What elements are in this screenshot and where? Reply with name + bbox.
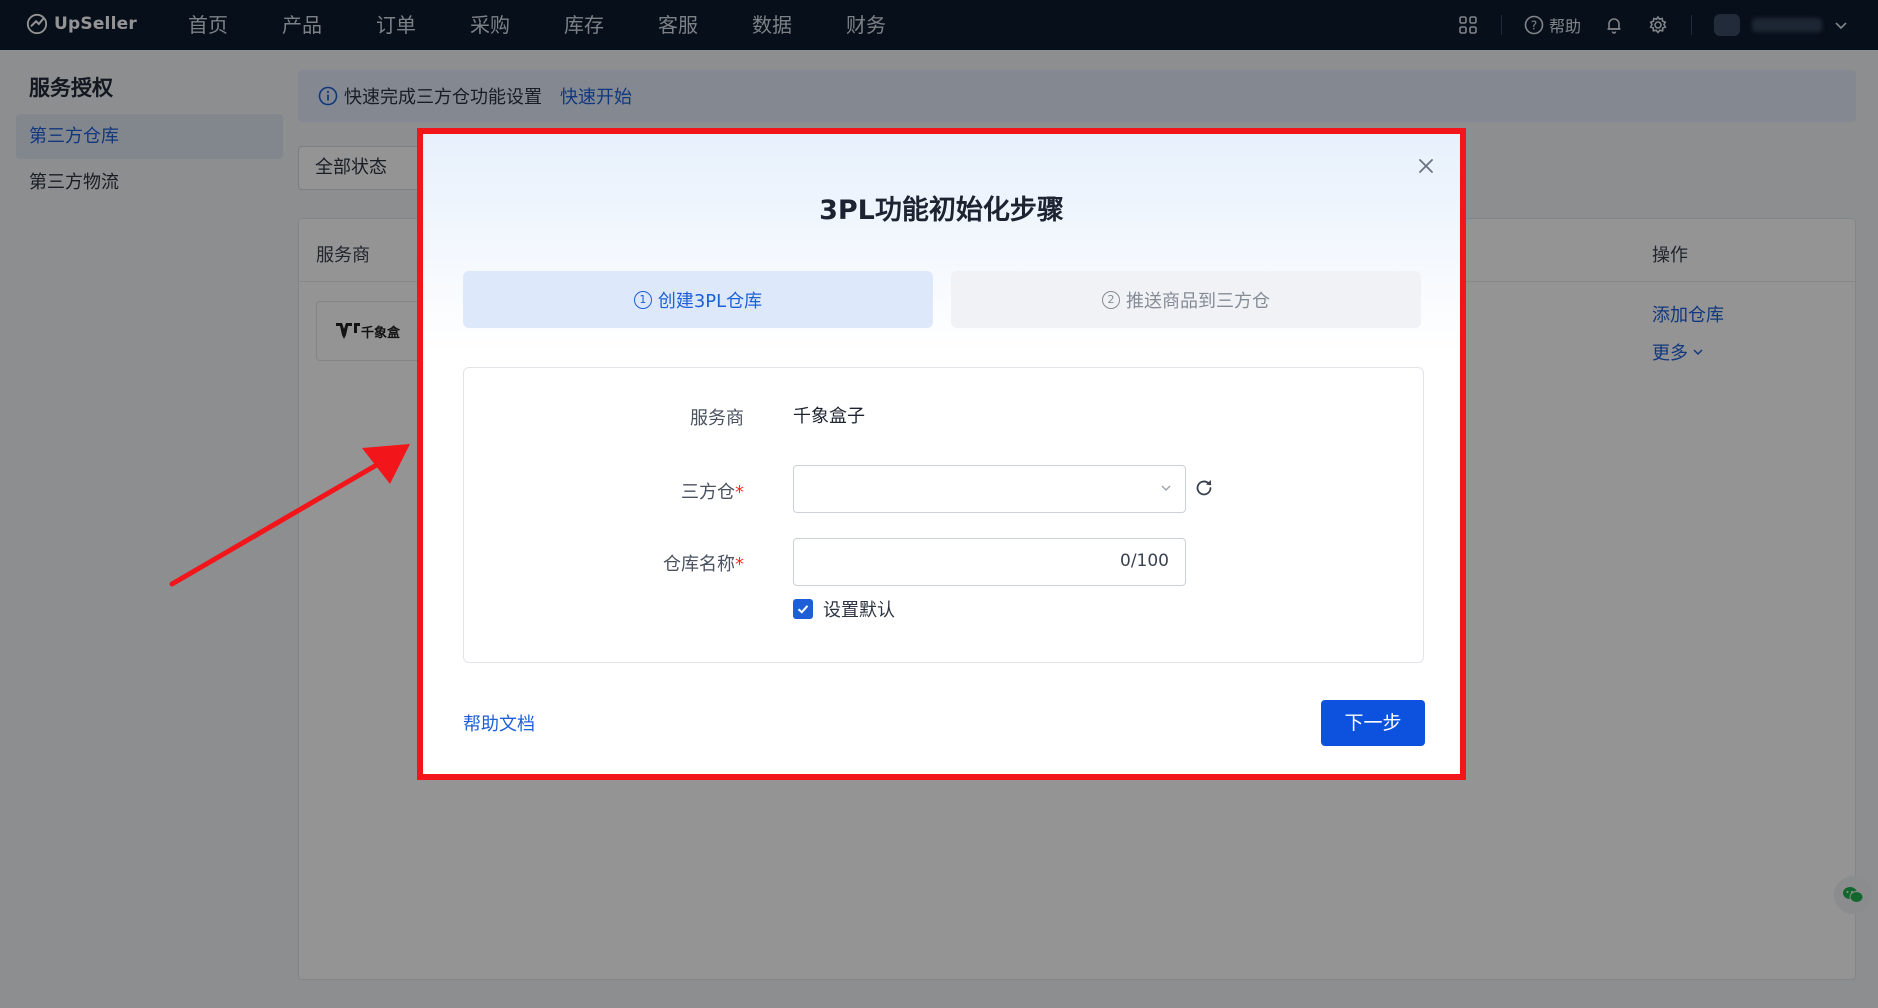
provider-value: 千象盒子 (793, 406, 865, 427)
warehouse-name-label-text: 仓库名称 (663, 554, 735, 575)
checkmark-icon (797, 605, 809, 614)
set-default-option[interactable]: 设置默认 (793, 596, 895, 622)
set-default-label: 设置默认 (823, 600, 895, 621)
step-number: 2 (1102, 290, 1120, 309)
refresh-icon[interactable] (1193, 477, 1215, 499)
next-step-button[interactable]: 下一步 (1321, 700, 1425, 746)
chevron-down-icon (1161, 485, 1171, 491)
step-create-3pl-warehouse[interactable]: 1 创建3PL仓库 (463, 271, 933, 328)
warehouse-label-text: 三方仓 (681, 482, 735, 503)
warehouse-label: 三方仓* (614, 478, 744, 504)
required-mark: * (735, 482, 744, 503)
init-steps-dialog: 3PL功能初始化步骤 1 创建3PL仓库 2 推送商品到三方仓 服务商 千象盒子… (423, 134, 1460, 774)
help-docs-link[interactable]: 帮助文档 (463, 710, 535, 736)
step-push-products[interactable]: 2 推送商品到三方仓 (951, 271, 1421, 328)
step-label: 推送商品到三方仓 (1126, 290, 1270, 312)
close-icon[interactable] (1416, 156, 1436, 176)
step-label: 创建3PL仓库 (657, 290, 763, 312)
required-mark: * (735, 554, 744, 575)
step-number: 1 (633, 290, 652, 309)
provider-label: 服务商 (690, 408, 744, 429)
highlight-frame: 3PL功能初始化步骤 1 创建3PL仓库 2 推送商品到三方仓 服务商 千象盒子… (417, 128, 1466, 780)
warehouse-name-label: 仓库名称* (614, 550, 744, 576)
set-default-checkbox[interactable] (793, 599, 813, 619)
warehouse-form: 服务商 千象盒子 三方仓* 仓库名称* 0/100 设置默认 (463, 367, 1424, 663)
dialog-title: 3PL功能初始化步骤 (819, 195, 1064, 226)
third-party-warehouse-select[interactable] (793, 465, 1186, 513)
char-counter: 0/100 (1120, 551, 1169, 571)
warehouse-name-input[interactable]: 0/100 (793, 538, 1186, 586)
